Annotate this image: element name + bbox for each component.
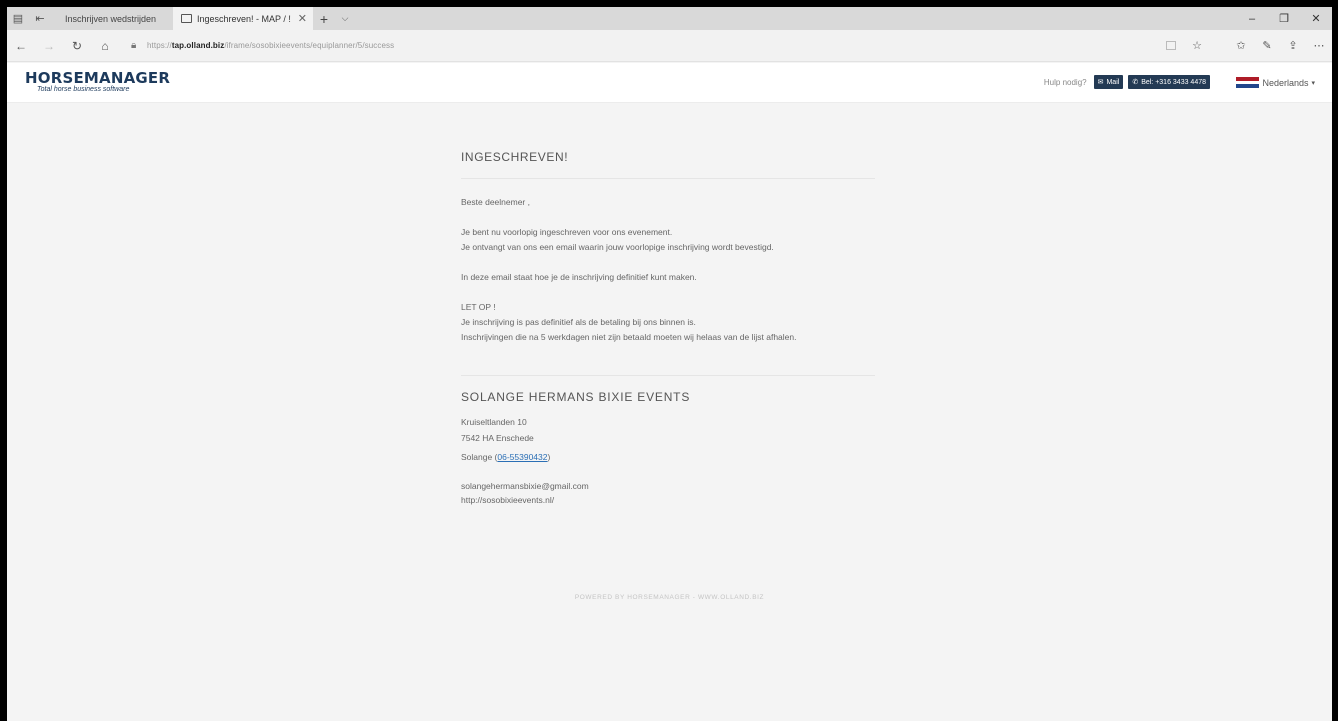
call-label: Bel: +316 3433 4478 [1141, 78, 1206, 86]
share-icon[interactable]: ⇪ [1280, 39, 1306, 52]
help-label: Hulp nodig? [1043, 77, 1087, 87]
caret-down-icon: ▾ [1311, 79, 1315, 87]
back-icon[interactable]: ← [7, 39, 35, 53]
language-selector[interactable]: Nederlands ▾ [1236, 77, 1315, 89]
screen-frame: ▤ ⇤ Inschrijven wedstrijden Ingeschreven… [0, 0, 1338, 721]
powered-by-footer[interactable]: POWERED BY HORSEMANAGER - WWW.OLLAND.BIZ [7, 594, 1332, 601]
lock-icon[interactable]: 🔒︎ [131, 40, 147, 51]
browser-window: ▤ ⇤ Inschrijven wedstrijden Ingeschreven… [7, 7, 1332, 721]
contact-close: ) [547, 452, 551, 462]
organization-street: Kruiseltlanden 10 [461, 417, 527, 427]
new-tab-icon[interactable]: + [313, 11, 335, 27]
organization-email: solangehermansbixie@gmail.com [461, 481, 589, 491]
help-area: Hulp nodig? ✉ Mail ✆ Bel: +316 3433 4478 [1044, 75, 1210, 89]
window-controls: – ❐ ✕ [1236, 7, 1332, 30]
forward-icon[interactable]: → [35, 39, 63, 53]
organization-website: http://sosobixieevents.nl/ [461, 495, 555, 505]
language-label: Nederlands [1262, 77, 1309, 88]
call-button[interactable]: ✆ Bel: +316 3433 4478 [1128, 75, 1210, 89]
restore-icon[interactable]: ❐ [1268, 7, 1300, 30]
favorites-hub-icon[interactable]: ✩ [1228, 39, 1254, 52]
url-prefix: https:// [147, 41, 172, 50]
home-icon[interactable]: ⌂ [91, 39, 119, 53]
horsemanager-logo[interactable]: HORSEMANAGER Total horse business softwa… [25, 69, 171, 94]
mail-button[interactable]: ✉ Mail [1093, 75, 1124, 89]
reading-view-icon[interactable] [1166, 41, 1176, 50]
refresh-icon[interactable]: ↻ [63, 39, 91, 53]
toolbar-right: ☆ ✩ ✎ ⇪ ⋯ [1166, 39, 1332, 52]
organization-city: 7542 HA Enschede [461, 433, 534, 443]
tab-label: Inschrijven wedstrijden [65, 13, 157, 24]
close-window-icon[interactable]: ✕ [1300, 7, 1332, 30]
tab-actions-icon[interactable]: ▤ [7, 7, 29, 30]
pen-icon[interactable]: ✎ [1254, 39, 1280, 52]
favorite-star-icon[interactable]: ☆ [1184, 39, 1210, 52]
url-field[interactable]: https://tap.olland.biz/iframe/sosobixiee… [147, 41, 394, 50]
tab-ingeschreven[interactable]: Ingeschreven! - MAP / ! ✕ [173, 7, 313, 30]
page-icon [181, 14, 192, 23]
url-domain: tap.olland.biz [171, 41, 225, 50]
tab-bar: ▤ ⇤ Inschrijven wedstrijden Ingeschreven… [7, 7, 1332, 30]
divider [461, 178, 875, 179]
more-icon[interactable]: ⋯ [1306, 39, 1332, 52]
contact-name: Solange ( [461, 452, 498, 462]
logo-tagline: Total horse business software [37, 86, 130, 93]
tab-inschrijven[interactable]: Inschrijven wedstrijden [57, 7, 173, 30]
confirmation-line-2: Je ontvangt van ons een email waarin jou… [461, 242, 774, 252]
email-info-line: In deze email staat hoe je de inschrijvi… [461, 272, 697, 282]
warning-line-1: Je inschrijving is pas definitief als de… [461, 317, 696, 327]
organization-name: SOLANGE HERMANS BIXIE EVENTS [461, 390, 691, 404]
mail-label: Mail [1106, 78, 1120, 86]
warning-heading: LET OP ! [461, 302, 496, 312]
chevron-down-icon[interactable]: ⌵ [335, 13, 355, 24]
minimize-icon[interactable]: – [1236, 7, 1268, 30]
address-bar: ← → ↻ ⌂ 🔒︎ https://tap.olland.biz/iframe… [7, 30, 1332, 62]
page-title: INGESCHREVEN! [461, 150, 569, 164]
close-tab-icon[interactable]: ✕ [298, 12, 307, 25]
phone-icon: ✆ [1132, 79, 1139, 86]
tab-label: Ingeschreven! - MAP / ! [197, 13, 291, 24]
site-header: HORSEMANAGER Total horse business softwa… [7, 63, 1332, 103]
warning-line-2: Inschrijvingen die na 5 werkdagen niet z… [461, 332, 797, 342]
url-path: /iframe/sosobixieevents/equiplanner/5/su… [224, 41, 395, 50]
envelope-icon: ✉ [1097, 79, 1104, 86]
confirmation-line-1: Je bent nu voorlopig ingeschreven voor o… [461, 227, 673, 237]
greeting: Beste deelnemer , [461, 197, 530, 207]
organization-contact: Solange (06-55390432) [461, 449, 875, 465]
contact-phone-link[interactable]: 06-55390432 [497, 452, 547, 462]
set-aside-tabs-icon[interactable]: ⇤ [29, 7, 51, 30]
logo-text: HORSEMANAGER [25, 69, 171, 87]
dutch-flag-icon [1236, 77, 1260, 89]
divider [461, 375, 875, 376]
confirmation-panel: INGESCHREVEN! Beste deelnemer , Je bent … [461, 147, 875, 507]
